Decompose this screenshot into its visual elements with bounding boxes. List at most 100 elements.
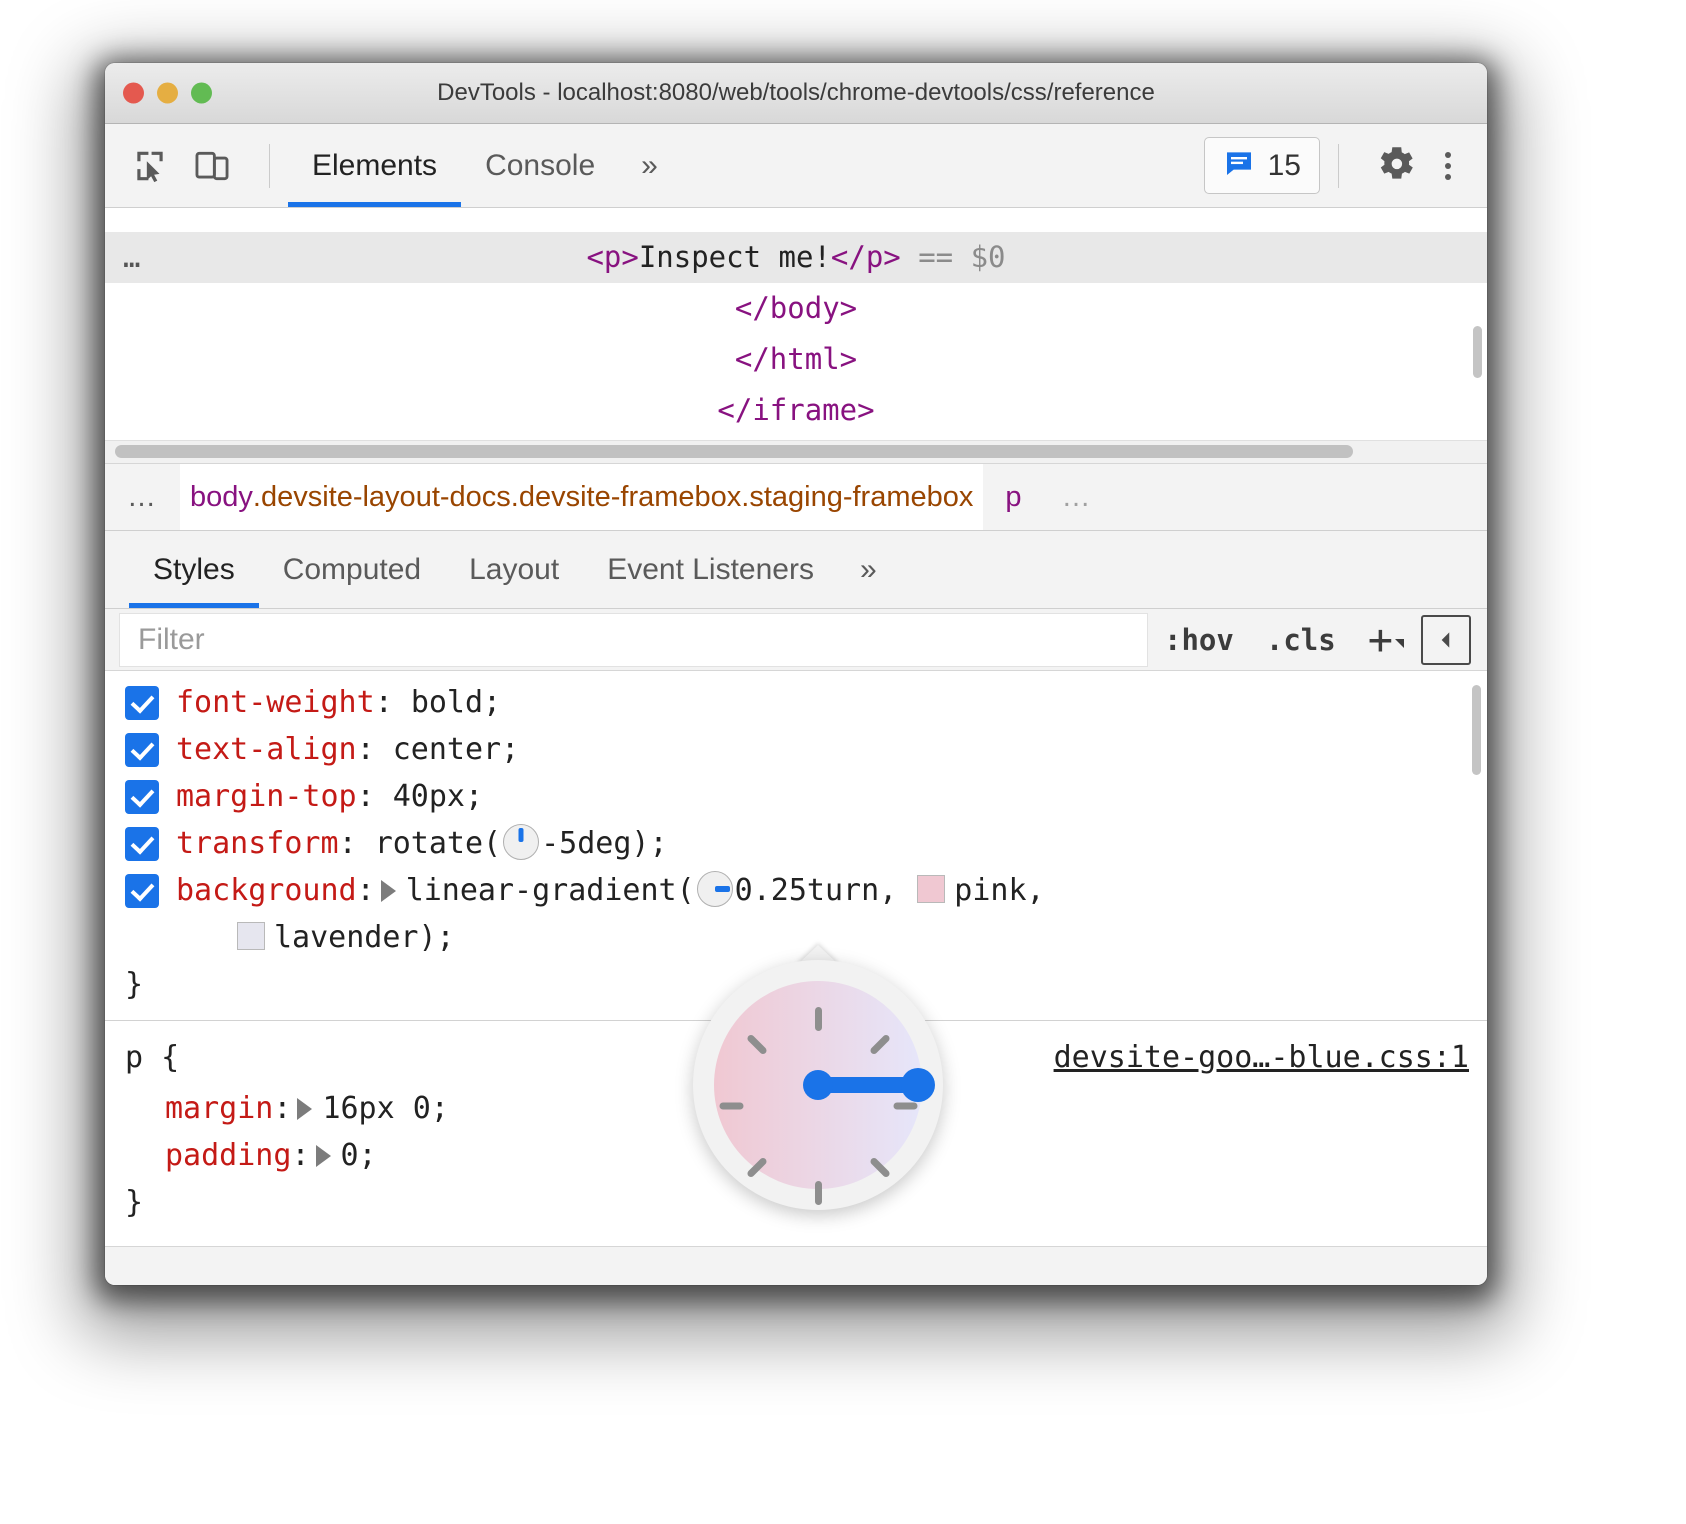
declaration-property[interactable]: padding: [165, 1138, 291, 1173]
angle-tick: [869, 1034, 891, 1056]
window-traffic-lights: [123, 83, 212, 104]
declaration-property[interactable]: font-weight: [176, 685, 375, 720]
declaration-checkbox[interactable]: [125, 686, 159, 720]
declaration-background[interactable]: background:linear-gradient(0.25turn, pin…: [105, 867, 1487, 914]
declaration-margin-top[interactable]: margin-top: 40px;: [105, 773, 1487, 820]
breadcrumb: … body.devsite-layout-docs.devsite-frame…: [105, 464, 1487, 531]
more-panels-chevron-icon[interactable]: »: [619, 149, 680, 183]
dom-selected-console-ref: == $0: [918, 240, 1005, 274]
declaration-property[interactable]: margin-top: [176, 779, 357, 814]
declaration-value[interactable]: bold;: [411, 685, 501, 720]
declaration-font-weight[interactable]: font-weight: bold;: [105, 679, 1487, 726]
filter-input[interactable]: Filter: [119, 613, 1148, 667]
breadcrumb-item-body[interactable]: body.devsite-layout-docs.devsite-framebo…: [180, 464, 983, 530]
angle-picker-hub: [803, 1070, 833, 1100]
message-icon: [1223, 147, 1255, 184]
dom-line-selected[interactable]: … <p>Inspect me!</p> == $0: [105, 232, 1487, 283]
minimize-window-button[interactable]: [157, 83, 178, 104]
angle-tick: [893, 1103, 917, 1110]
close-window-button[interactable]: [123, 83, 144, 104]
rule-source-link[interactable]: devsite-goo…-blue.css:1: [1054, 1040, 1469, 1075]
new-style-rule-button[interactable]: +: [1352, 623, 1413, 657]
dom-selected-text: Inspect me!: [639, 240, 831, 274]
expand-shorthand-arrow-icon[interactable]: [381, 880, 396, 902]
inspect-cursor-icon[interactable]: [127, 143, 173, 189]
declaration-value[interactable]: 0;: [341, 1138, 377, 1173]
declaration-transform[interactable]: transform: rotate(-5deg);: [105, 820, 1487, 867]
declaration-checkbox[interactable]: [125, 874, 159, 908]
toolbar-divider-2: [1338, 144, 1339, 188]
window-title: DevTools - localhost:8080/web/tools/chro…: [105, 79, 1487, 107]
tab-computed[interactable]: Computed: [259, 531, 445, 608]
dom-line-html-close-text: </html>: [735, 342, 857, 376]
declaration-checkbox[interactable]: [125, 780, 159, 814]
hov-toggle-button[interactable]: :hov: [1148, 623, 1250, 657]
more-styles-tabs-chevron-icon[interactable]: »: [838, 531, 899, 608]
device-toggle-icon[interactable]: [189, 143, 235, 189]
color-swatch-lavender[interactable]: [237, 922, 265, 950]
breadcrumb-overflow-right[interactable]: …: [1044, 464, 1111, 530]
angle-tick: [815, 1181, 822, 1205]
tab-styles[interactable]: Styles: [129, 531, 259, 608]
angle-tick: [719, 1103, 743, 1110]
dom-collapse-ellipsis[interactable]: …: [123, 232, 142, 283]
breadcrumb-item-p[interactable]: p: [983, 464, 1043, 530]
declaration-value-angle[interactable]: 0.25turn,: [735, 873, 898, 908]
styles-filter-bar: Filter :hov .cls +: [105, 609, 1487, 671]
dom-selected-close-tag: </p>: [831, 240, 901, 274]
angle-clock-icon[interactable]: [697, 871, 733, 907]
window-titlebar: DevTools - localhost:8080/web/tools/chro…: [105, 63, 1487, 124]
dom-line-iframe-close[interactable]: </iframe>: [105, 385, 1487, 436]
expand-shorthand-arrow-icon[interactable]: [316, 1145, 331, 1167]
dom-line-body-close[interactable]: </body>: [105, 283, 1487, 334]
declaration-value[interactable]: center;: [393, 732, 519, 767]
declaration-value-angle[interactable]: -5deg);: [541, 826, 667, 861]
plus-dropdown-caret-icon: [1395, 639, 1404, 648]
angle-picker-popup[interactable]: [693, 960, 943, 1210]
gear-icon: [1375, 142, 1417, 189]
dom-tree-horizontal-scrollbar[interactable]: [105, 440, 1487, 463]
expand-shorthand-arrow-icon[interactable]: [297, 1098, 312, 1120]
dom-line-html-close[interactable]: </html>: [105, 334, 1487, 385]
tab-elements[interactable]: Elements: [288, 124, 461, 207]
declaration-property[interactable]: margin: [165, 1091, 273, 1126]
declaration-checkbox[interactable]: [125, 827, 159, 861]
devtools-toolbar: Elements Console » 15: [105, 124, 1487, 208]
declaration-value-function[interactable]: rotate(: [375, 826, 501, 861]
kebab-menu-icon[interactable]: [1435, 152, 1465, 180]
declaration-value[interactable]: 40px;: [393, 779, 483, 814]
color-swatch-pink[interactable]: [917, 875, 945, 903]
dom-tree-scroll-thumb[interactable]: [115, 445, 1353, 458]
breadcrumb-overflow-left[interactable]: …: [105, 464, 180, 530]
styles-vertical-scrollbar[interactable]: [1472, 685, 1481, 775]
style-rule-element: font-weight: bold; text-align: center; m…: [105, 671, 1487, 1008]
angle-tick: [815, 1007, 822, 1031]
dom-tree-vertical-scrollbar[interactable]: [1473, 326, 1482, 378]
cls-toggle-button[interactable]: .cls: [1250, 623, 1352, 657]
dom-line-style[interactable]: <style>…</style>: [105, 208, 1487, 232]
message-count-badge[interactable]: 15: [1204, 137, 1320, 194]
declaration-value-color2[interactable]: lavender);: [274, 920, 455, 955]
declaration-text-align[interactable]: text-align: center;: [105, 726, 1487, 773]
declaration-value-function[interactable]: linear-gradient(: [406, 873, 695, 908]
declaration-property[interactable]: transform: [176, 826, 339, 861]
declaration-background-continued[interactable]: lavender);: [105, 914, 1487, 961]
styles-sidebar-tabs: Styles Computed Layout Event Listeners »: [105, 531, 1487, 609]
plus-icon: +: [1368, 623, 1393, 657]
angle-clock-icon[interactable]: [503, 824, 539, 860]
settings-button[interactable]: [1357, 142, 1435, 189]
zoom-window-button[interactable]: [191, 83, 212, 104]
dom-tree-pane[interactable]: <style>…</style> … <p>Inspect me!</p> ==…: [105, 208, 1487, 464]
tab-console[interactable]: Console: [461, 124, 619, 207]
toggle-sidebar-icon[interactable]: [1421, 615, 1471, 665]
tab-event-listeners[interactable]: Event Listeners: [583, 531, 838, 608]
declaration-property[interactable]: background: [176, 873, 357, 908]
declaration-checkbox[interactable]: [125, 733, 159, 767]
declaration-property[interactable]: text-align: [176, 732, 357, 767]
declaration-value-color1[interactable]: pink,: [954, 873, 1044, 908]
declaration-value[interactable]: 16px 0;: [322, 1091, 448, 1126]
rule-selector[interactable]: p {: [125, 1040, 179, 1075]
tab-layout[interactable]: Layout: [445, 531, 583, 608]
message-count-value: 15: [1268, 149, 1301, 183]
angle-picker-handle[interactable]: [901, 1068, 935, 1102]
